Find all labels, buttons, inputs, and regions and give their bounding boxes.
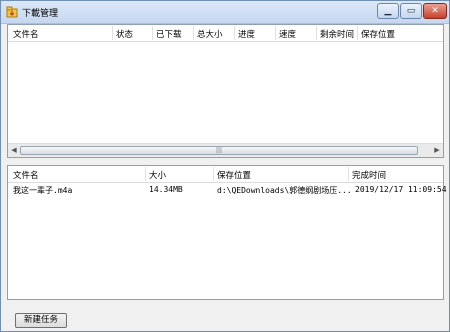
column-divider[interactable] (213, 167, 214, 181)
column-divider[interactable] (234, 26, 235, 40)
column-divider[interactable] (145, 167, 146, 181)
scroll-left-icon[interactable]: ◀ (9, 146, 19, 155)
row-save-location: d:\QEDownloads\郭德纲剧场压... (217, 186, 352, 195)
maximize-button[interactable]: ▭ (400, 3, 422, 19)
column-header-speed[interactable]: 速度 (279, 28, 296, 40)
app-icon (6, 6, 18, 18)
column-header-total-size[interactable]: 总大小 (197, 28, 223, 40)
window-title: 下載管理 (22, 9, 59, 19)
column-header-size[interactable]: 大小 (149, 169, 166, 181)
close-icon: ✕ (431, 6, 439, 16)
column-header-save-location[interactable]: 保存位置 (217, 169, 251, 181)
horizontal-scrollbar[interactable]: ◀ ||| ▶ (8, 143, 443, 157)
column-header-downloaded[interactable]: 已下载 (156, 28, 182, 40)
column-divider[interactable] (348, 167, 349, 181)
minimize-icon: ▁ (384, 6, 392, 16)
row-finish-time: 2019/12/17 11:09:54 (355, 185, 447, 194)
completed-downloads-grid[interactable]: 文件名 大小 保存位置 完成时间 我这一辈子.m4a 14.34MB d:\QE… (7, 165, 447, 300)
column-header-finish-time[interactable]: 完成时间 (352, 169, 386, 181)
column-divider[interactable] (112, 26, 113, 40)
row-size: 14.34MB (149, 185, 183, 194)
title-bar: 下載管理 ▁ ▭ ✕ (1, 1, 449, 24)
maximize-icon: ▭ (406, 6, 416, 16)
row-filename: 我这一辈子.m4a (13, 186, 73, 195)
table-row[interactable]: 我这一辈子.m4a 14.34MB d:\QEDownloads\郭德纲剧场压.… (8, 183, 447, 197)
download-manager-window: 下載管理 ▁ ▭ ✕ 文件名 状态 已下载 总大小 进度 速度 剩余时间 保存位… (0, 0, 450, 332)
new-task-button[interactable]: 新建任务 (15, 313, 67, 328)
column-divider[interactable] (357, 26, 358, 40)
column-header-filename[interactable]: 文件名 (13, 28, 39, 40)
minimize-button[interactable]: ▁ (377, 3, 399, 19)
active-downloads-grid[interactable]: 文件名 状态 已下载 总大小 进度 速度 剩余时间 保存位置 ◀ ||| ▶ (7, 24, 444, 158)
close-button[interactable]: ✕ (423, 3, 447, 19)
column-divider[interactable] (193, 26, 194, 40)
scrollbar-thumb[interactable]: ||| (20, 146, 418, 155)
grip-icon: ||| (215, 147, 223, 154)
column-header-save-location[interactable]: 保存位置 (361, 28, 395, 40)
column-header-progress[interactable]: 进度 (238, 28, 255, 40)
column-divider[interactable] (152, 26, 153, 40)
completed-downloads-header: 文件名 大小 保存位置 完成时间 (8, 166, 443, 183)
active-downloads-header: 文件名 状态 已下载 总大小 进度 速度 剩余时间 保存位置 (8, 25, 443, 42)
column-header-remaining-time[interactable]: 剩余时间 (320, 28, 354, 40)
column-divider[interactable] (275, 26, 276, 40)
scroll-right-icon[interactable]: ▶ (432, 146, 442, 155)
column-divider[interactable] (316, 26, 317, 40)
column-header-status[interactable]: 状态 (116, 28, 133, 40)
column-header-filename[interactable]: 文件名 (13, 169, 39, 181)
